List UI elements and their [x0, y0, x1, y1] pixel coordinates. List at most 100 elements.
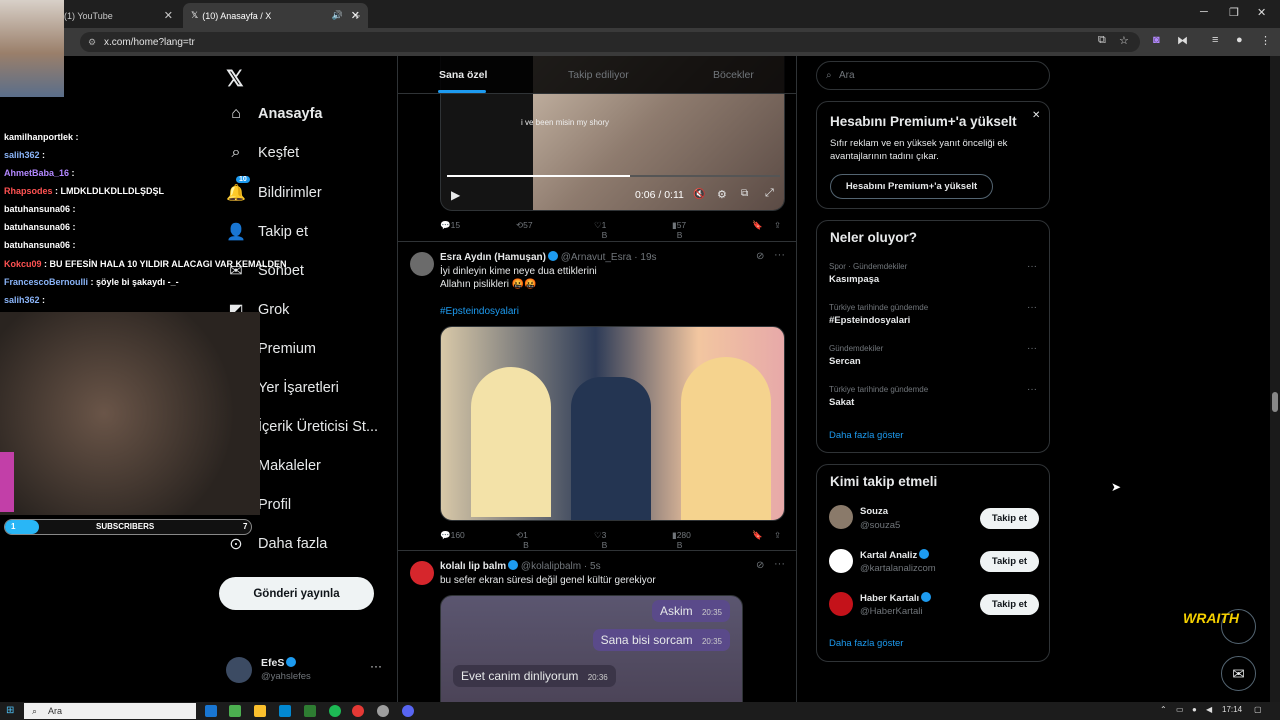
more-icon[interactable]: ···: [774, 558, 785, 570]
tab-for-you[interactable]: Sana özel: [439, 69, 487, 81]
bookmark-icon[interactable]: 🔖: [752, 530, 763, 541]
scrollbar-thumb[interactable]: [1272, 392, 1278, 412]
folder-icon[interactable]: [254, 705, 266, 717]
hashtag-link[interactable]: #Epsteindosyalari: [440, 305, 519, 318]
taskbar-clock[interactable]: 17:14: [1222, 705, 1242, 714]
bookmark-icon[interactable]: 🔖: [752, 220, 763, 231]
show-more-follow[interactable]: Daha fazla göster: [829, 638, 903, 649]
bookmark-star-icon[interactable]: ☆: [1119, 34, 1129, 47]
suggest-name[interactable]: Haber Kartalı: [860, 592, 932, 604]
volume-icon[interactable]: ◀: [1206, 705, 1212, 714]
close-window-icon[interactable]: ✕: [1257, 6, 1266, 19]
tray-chevron-icon[interactable]: ⌃: [1160, 705, 1167, 714]
avatar[interactable]: [410, 252, 434, 276]
profile-icon[interactable]: ●: [1236, 34, 1243, 46]
tab-x[interactable]: 𝕏 (10) Anasayfa / X 🔊 ✕: [183, 3, 368, 28]
scrollbar[interactable]: [1270, 56, 1280, 702]
premium-upgrade-button[interactable]: Hesabını Premium+'a yükselt: [830, 174, 993, 199]
nav-home[interactable]: ⌂ Anasayfa: [226, 105, 322, 123]
windows-start-icon[interactable]: ⊞: [6, 705, 14, 716]
grok-icon[interactable]: ⊘: [756, 560, 764, 571]
new-tab-button[interactable]: +: [345, 3, 365, 28]
media-control-icon[interactable]: ≡: [1212, 34, 1218, 46]
grok-icon[interactable]: ⊘: [756, 251, 764, 262]
more-icon[interactable]: ···: [774, 249, 785, 261]
chrome-icon[interactable]: [352, 705, 364, 717]
video-progress[interactable]: [447, 175, 780, 177]
repost-button[interactable]: ⟲ 57: [516, 220, 533, 231]
follow-button[interactable]: Takip et: [980, 508, 1039, 529]
nav-follow[interactable]: 👤 Takip et: [226, 222, 308, 242]
minimize-icon[interactable]: ─: [1200, 6, 1208, 18]
tab-following[interactable]: Takip ediliyor: [568, 69, 629, 81]
discord-icon[interactable]: [402, 705, 414, 717]
app-icon[interactable]: [229, 705, 241, 717]
nav-explore[interactable]: ⌕ Keşfet: [226, 144, 300, 162]
share-icon[interactable]: ⇪: [774, 220, 781, 231]
close-icon[interactable]: ✕: [1032, 110, 1040, 121]
mute-icon[interactable]: 🔇: [693, 189, 705, 200]
edge-icon[interactable]: [205, 705, 217, 717]
more-icon[interactable]: ···: [370, 659, 382, 673]
app-icon[interactable]: [304, 705, 316, 717]
author-name[interactable]: Esra Aydın (Hamuşan): [440, 252, 546, 263]
notification-icon[interactable]: ▢: [1254, 705, 1262, 714]
author-name[interactable]: kolalı lip balm: [440, 561, 506, 572]
mic-icon[interactable]: ●: [1192, 705, 1197, 714]
messages-float-button[interactable]: ✉: [1221, 656, 1256, 691]
restore-icon[interactable]: ❐: [1229, 6, 1239, 19]
avatar[interactable]: [410, 561, 434, 585]
post-image[interactable]: Askim 20:35 Sana bisi sorcam 20:35 Evet …: [440, 595, 743, 702]
share-icon[interactable]: ⇪: [774, 530, 781, 541]
more-icon[interactable]: ···: [1027, 261, 1037, 272]
more-icon[interactable]: ···: [1027, 343, 1037, 354]
obs-icon[interactable]: [377, 705, 389, 717]
views-stat[interactable]: ▮ 280 B: [672, 530, 691, 550]
tab-youtube[interactable]: (1) YouTube ✕: [56, 3, 181, 28]
like-button[interactable]: ♡ 3 B: [594, 530, 607, 550]
x-logo-icon[interactable]: 𝕏: [226, 66, 244, 92]
repost-button[interactable]: ⟲ 1 B: [516, 530, 529, 550]
taskbar-search[interactable]: ⌕ Ara: [24, 703, 196, 719]
address-bar[interactable]: ⚙ x.com/home?lang=tr: [80, 32, 1140, 52]
more-icon[interactable]: ···: [1027, 302, 1037, 313]
more-icon[interactable]: ···: [1027, 384, 1037, 395]
install-icon[interactable]: ⧉: [1098, 34, 1106, 47]
pip-icon[interactable]: ⧉: [741, 188, 748, 199]
post-image[interactable]: [440, 326, 785, 521]
outlook-icon[interactable]: [279, 705, 291, 717]
spotify-icon[interactable]: [329, 705, 341, 717]
nav-notifications[interactable]: 🔔 10 Bildirimler: [226, 176, 322, 203]
author-handle[interactable]: @Arnavut_Esra: [561, 252, 632, 263]
nav-more[interactable]: ⊙ Daha fazla: [226, 534, 327, 554]
account-switcher[interactable]: EfeS @yahslefes ···: [226, 655, 386, 687]
play-icon[interactable]: ▶: [451, 188, 460, 202]
speaker-icon[interactable]: 🔊: [332, 10, 343, 21]
avatar[interactable]: [829, 592, 853, 616]
suggest-name[interactable]: Kartal Analiz: [860, 549, 930, 561]
follow-button[interactable]: Takip et: [980, 551, 1039, 572]
reply-button[interactable]: 💬 160: [440, 530, 465, 541]
tab-spaces[interactable]: Böcekler: [713, 69, 754, 81]
suggest-name[interactable]: Souza: [860, 506, 888, 517]
extensions-puzzle-icon[interactable]: ⧓: [1177, 34, 1188, 47]
extension-icon[interactable]: ◙: [1153, 34, 1160, 46]
reply-button[interactable]: 💬 15: [440, 220, 460, 231]
post-time[interactable]: 19s: [640, 252, 656, 263]
fullscreen-icon[interactable]: ⤢: [765, 187, 774, 200]
settings-icon[interactable]: ⚙: [717, 188, 727, 201]
close-icon[interactable]: ✕: [164, 9, 173, 22]
post-button[interactable]: Gönderi yayınla: [219, 577, 374, 610]
follow-button[interactable]: Takip et: [980, 594, 1039, 615]
network-icon[interactable]: ▭: [1176, 705, 1184, 714]
author-handle[interactable]: @kolalipbalm: [521, 561, 581, 572]
avatar[interactable]: [829, 505, 853, 529]
search-input[interactable]: ⌕ Ara: [816, 61, 1050, 90]
avatar[interactable]: [829, 549, 853, 573]
like-button[interactable]: ♡ 1 B: [594, 220, 607, 240]
show-more-trends[interactable]: Daha fazla göster: [829, 430, 903, 441]
post-time[interactable]: 5s: [590, 561, 601, 572]
menu-icon[interactable]: ⋮: [1260, 34, 1271, 47]
views-stat[interactable]: ▮ 57 B: [672, 220, 686, 240]
site-info-icon[interactable]: ⚙: [88, 37, 96, 48]
